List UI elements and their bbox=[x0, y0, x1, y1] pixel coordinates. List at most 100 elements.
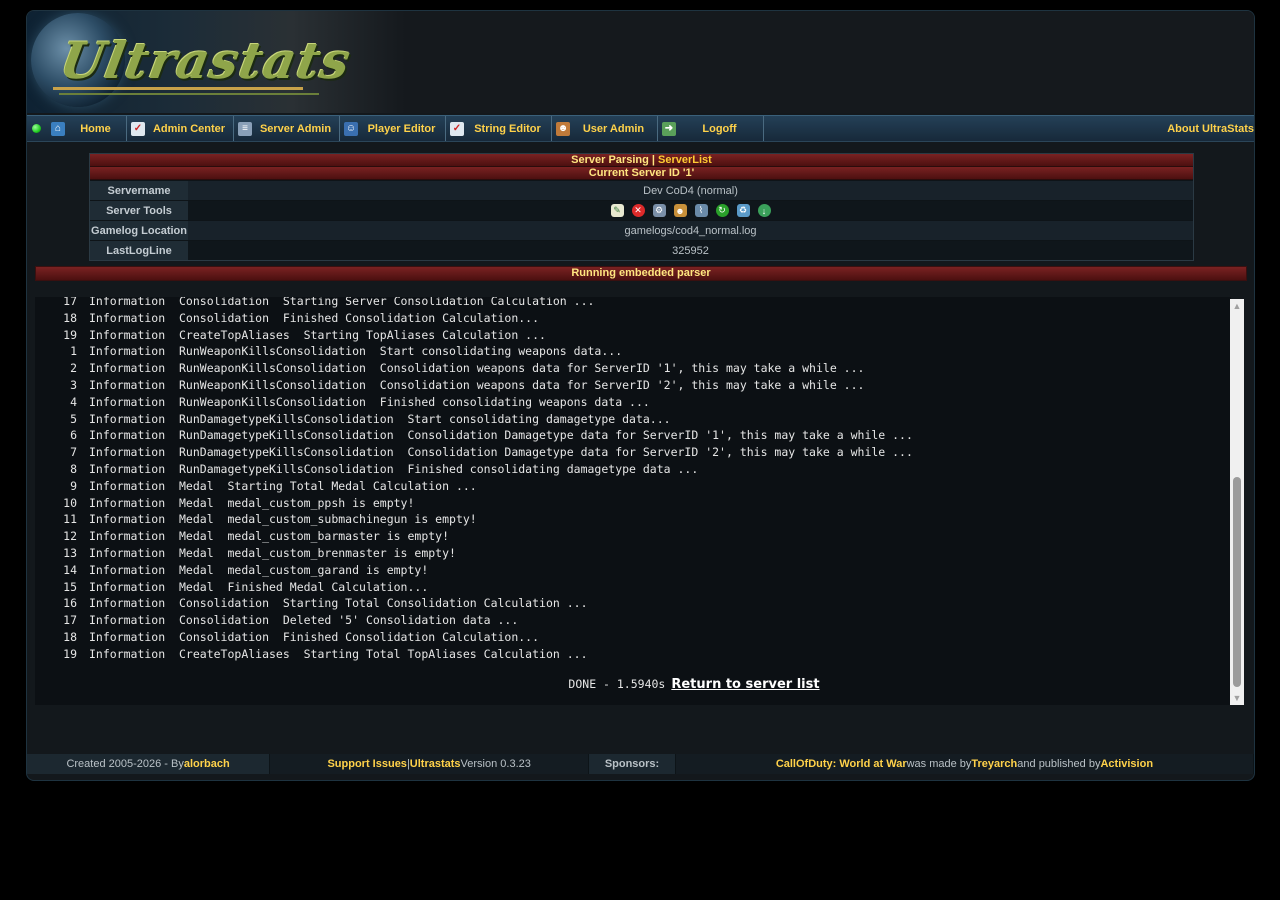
about-link[interactable]: About UltraStats bbox=[1167, 123, 1254, 135]
nav-server-admin[interactable]: ≡ Server Admin bbox=[234, 116, 340, 141]
logo-underline-2 bbox=[59, 93, 319, 95]
nav-home[interactable]: ⌂ Home bbox=[47, 116, 127, 141]
lastlogline-row: LastLogLine 325952 bbox=[90, 240, 1193, 260]
made-by-text: was made by bbox=[906, 758, 972, 770]
log-line-number: 17 bbox=[63, 297, 77, 308]
scroll-down-arrow-icon[interactable]: ▼ bbox=[1230, 691, 1244, 705]
nav-user-admin-label: User Admin bbox=[582, 122, 645, 135]
log-line-text: Information CreateTopAliases Starting To… bbox=[89, 327, 546, 342]
publisher-link[interactable]: Activision bbox=[1100, 758, 1153, 770]
log-line-text: Information RunDamagetypeKillsConsolidat… bbox=[89, 428, 913, 443]
console-scrollbar[interactable]: ▲ ▼ bbox=[1230, 299, 1244, 705]
log-line-number: 4 bbox=[70, 394, 77, 409]
nav-user-admin[interactable]: ☻ User Admin bbox=[552, 116, 658, 141]
footer-credits: Created 2005-2026 - By alorbach bbox=[27, 754, 271, 774]
log-line: 9 Information Medal Starting Total Medal … bbox=[35, 478, 1231, 495]
log-line-number: 16 bbox=[63, 596, 77, 611]
developer-link[interactable]: Treyarch bbox=[971, 758, 1017, 770]
log-line: 1 Information RunWeaponKillsConsolidation… bbox=[35, 343, 1231, 360]
log-line-text: Information Consolidation Finished Conso… bbox=[89, 629, 540, 644]
scroll-up-arrow-icon[interactable]: ▲ bbox=[1230, 299, 1244, 313]
log-line-text: Information RunDamagetypeKillsConsolidat… bbox=[89, 461, 699, 476]
support-link[interactable]: Support Issues bbox=[327, 758, 406, 770]
nav-home-label: Home bbox=[80, 122, 111, 135]
log-line-text: Information Medal Finished Medal Calcula… bbox=[89, 579, 429, 594]
log-line-number: 1 bbox=[70, 344, 77, 359]
log-line: 19 Information CreateTopAliases Starting … bbox=[35, 327, 1231, 344]
banner: Ultrastats bbox=[27, 11, 1254, 113]
serverlist-link[interactable]: ServerList bbox=[658, 154, 712, 166]
log-line-number: 7 bbox=[70, 445, 77, 460]
log-line-text: Information Medal medal_custom_submachin… bbox=[89, 512, 477, 527]
lastlogline-label: LastLogLine bbox=[90, 241, 188, 260]
log-line-number: 12 bbox=[63, 529, 77, 544]
log-line: 5 Information RunDamagetypeKillsConsolida… bbox=[35, 411, 1231, 428]
published-text: and published by bbox=[1017, 758, 1101, 770]
log-line-number: 14 bbox=[63, 562, 77, 577]
ultrastats-link[interactable]: Ultrastats bbox=[410, 758, 461, 770]
nav-admin-center-label: Admin Center bbox=[152, 122, 226, 135]
log-line-number: 18 bbox=[63, 629, 77, 644]
footer-sponsors-label: Sponsors: bbox=[589, 754, 676, 774]
nav-string-editor[interactable]: ✓ String Editor bbox=[446, 116, 552, 141]
log-line-number: 10 bbox=[63, 495, 77, 510]
log-line-text: Information RunDamagetypeKillsConsolidat… bbox=[89, 411, 671, 426]
log-line: 18 Information Consolidation Finished Con… bbox=[35, 629, 1231, 646]
game-link[interactable]: CallOfDuty: World at War bbox=[776, 758, 907, 770]
footer-game-credits: CallOfDuty: World at War was made by Tre… bbox=[675, 754, 1254, 774]
return-link[interactable]: Return to server list bbox=[671, 677, 819, 692]
nav-player-editor[interactable]: ☺ Player Editor bbox=[340, 116, 446, 141]
server-parsing-header: Server Parsing | ServerList bbox=[90, 154, 1193, 167]
nav-player-editor-label: Player Editor bbox=[367, 122, 436, 135]
log-line: 4 Information RunWeaponKillsConsolidation… bbox=[35, 394, 1231, 411]
settings-icon[interactable]: ⚙ bbox=[652, 204, 666, 217]
users-icon: ☻ bbox=[556, 121, 570, 136]
nav-logoff[interactable]: ➜ Logoff bbox=[658, 116, 764, 141]
log-line-number: 2 bbox=[70, 361, 77, 376]
nav-admin-center[interactable]: ✓ Admin Center bbox=[127, 116, 234, 141]
log-line-text: Information RunWeaponKillsConsolidation … bbox=[89, 361, 865, 376]
log-line-text: Information Medal medal_custom_ppsh is e… bbox=[89, 495, 415, 510]
log-line: 2 Information RunWeaponKillsConsolidation… bbox=[35, 360, 1231, 377]
current-server-header: Current Server ID '1' bbox=[90, 167, 1193, 180]
download-icon[interactable]: ↓ bbox=[757, 204, 771, 217]
server-tools-label: Server Tools bbox=[90, 201, 188, 220]
logo[interactable]: Ultrastats bbox=[56, 31, 356, 90]
done-text: DONE - 1.5940s bbox=[568, 677, 666, 691]
log-line-number: 6 bbox=[70, 428, 77, 443]
log-line: 16 Information Consolidation Starting Tot… bbox=[35, 595, 1231, 612]
log-line-number: 19 bbox=[63, 327, 77, 342]
log-line-text: Information RunWeaponKillsConsolidation … bbox=[89, 377, 865, 392]
delete-icon[interactable]: ✕ bbox=[631, 204, 645, 217]
log-line: 7 Information RunDamagetypeKillsConsolida… bbox=[35, 444, 1231, 461]
chart-icon[interactable]: ⌇ bbox=[694, 204, 708, 217]
edit-icon[interactable]: ✎ bbox=[610, 204, 624, 217]
home-icon: ⌂ bbox=[51, 121, 65, 136]
footer: Created 2005-2026 - By alorbach Support … bbox=[27, 754, 1254, 774]
log-line-text: Information Consolidation Deleted '5' Co… bbox=[89, 613, 519, 628]
main-nav: ⌂ Home ✓ Admin Center ≡ Server Admin ☺ P… bbox=[27, 115, 1254, 142]
logoff-icon: ➜ bbox=[662, 121, 676, 136]
parser-console[interactable]: 17 Information Consolidation Starting Ser… bbox=[35, 297, 1231, 705]
log-line-text: Information Consolidation Starting Total… bbox=[89, 596, 588, 611]
created-text: Created 2005-2026 - By bbox=[66, 758, 184, 770]
refresh-icon[interactable]: ↻ bbox=[715, 204, 729, 217]
log-line-text: Information Consolidation Starting Serve… bbox=[89, 297, 595, 308]
log-line-text: Information RunDamagetypeKillsConsolidat… bbox=[89, 445, 913, 460]
log-line-number: 11 bbox=[63, 512, 77, 527]
player-icon: ☺ bbox=[344, 121, 358, 136]
log-line: 13 Information Medal medal_custom_brenmas… bbox=[35, 545, 1231, 562]
checklist-icon: ✓ bbox=[131, 121, 145, 136]
log-line-number: 8 bbox=[70, 461, 77, 476]
version-text: Version 0.3.23 bbox=[460, 758, 531, 770]
scroll-thumb[interactable] bbox=[1233, 477, 1241, 687]
servername-value: Dev CoD4 (normal) bbox=[188, 181, 1193, 200]
users-icon[interactable]: ☻ bbox=[673, 204, 687, 217]
log-line: 18 Information Consolidation Finished Con… bbox=[35, 310, 1231, 327]
log-line-text: Information RunWeaponKillsConsolidation … bbox=[89, 344, 623, 359]
trash-icon[interactable]: ♻ bbox=[736, 204, 750, 217]
nav-string-editor-label: String Editor bbox=[474, 122, 541, 135]
author-link[interactable]: alorbach bbox=[184, 758, 230, 770]
servername-label: Servername bbox=[90, 181, 188, 200]
log-line-text: Information Medal medal_custom_garand is… bbox=[89, 562, 429, 577]
